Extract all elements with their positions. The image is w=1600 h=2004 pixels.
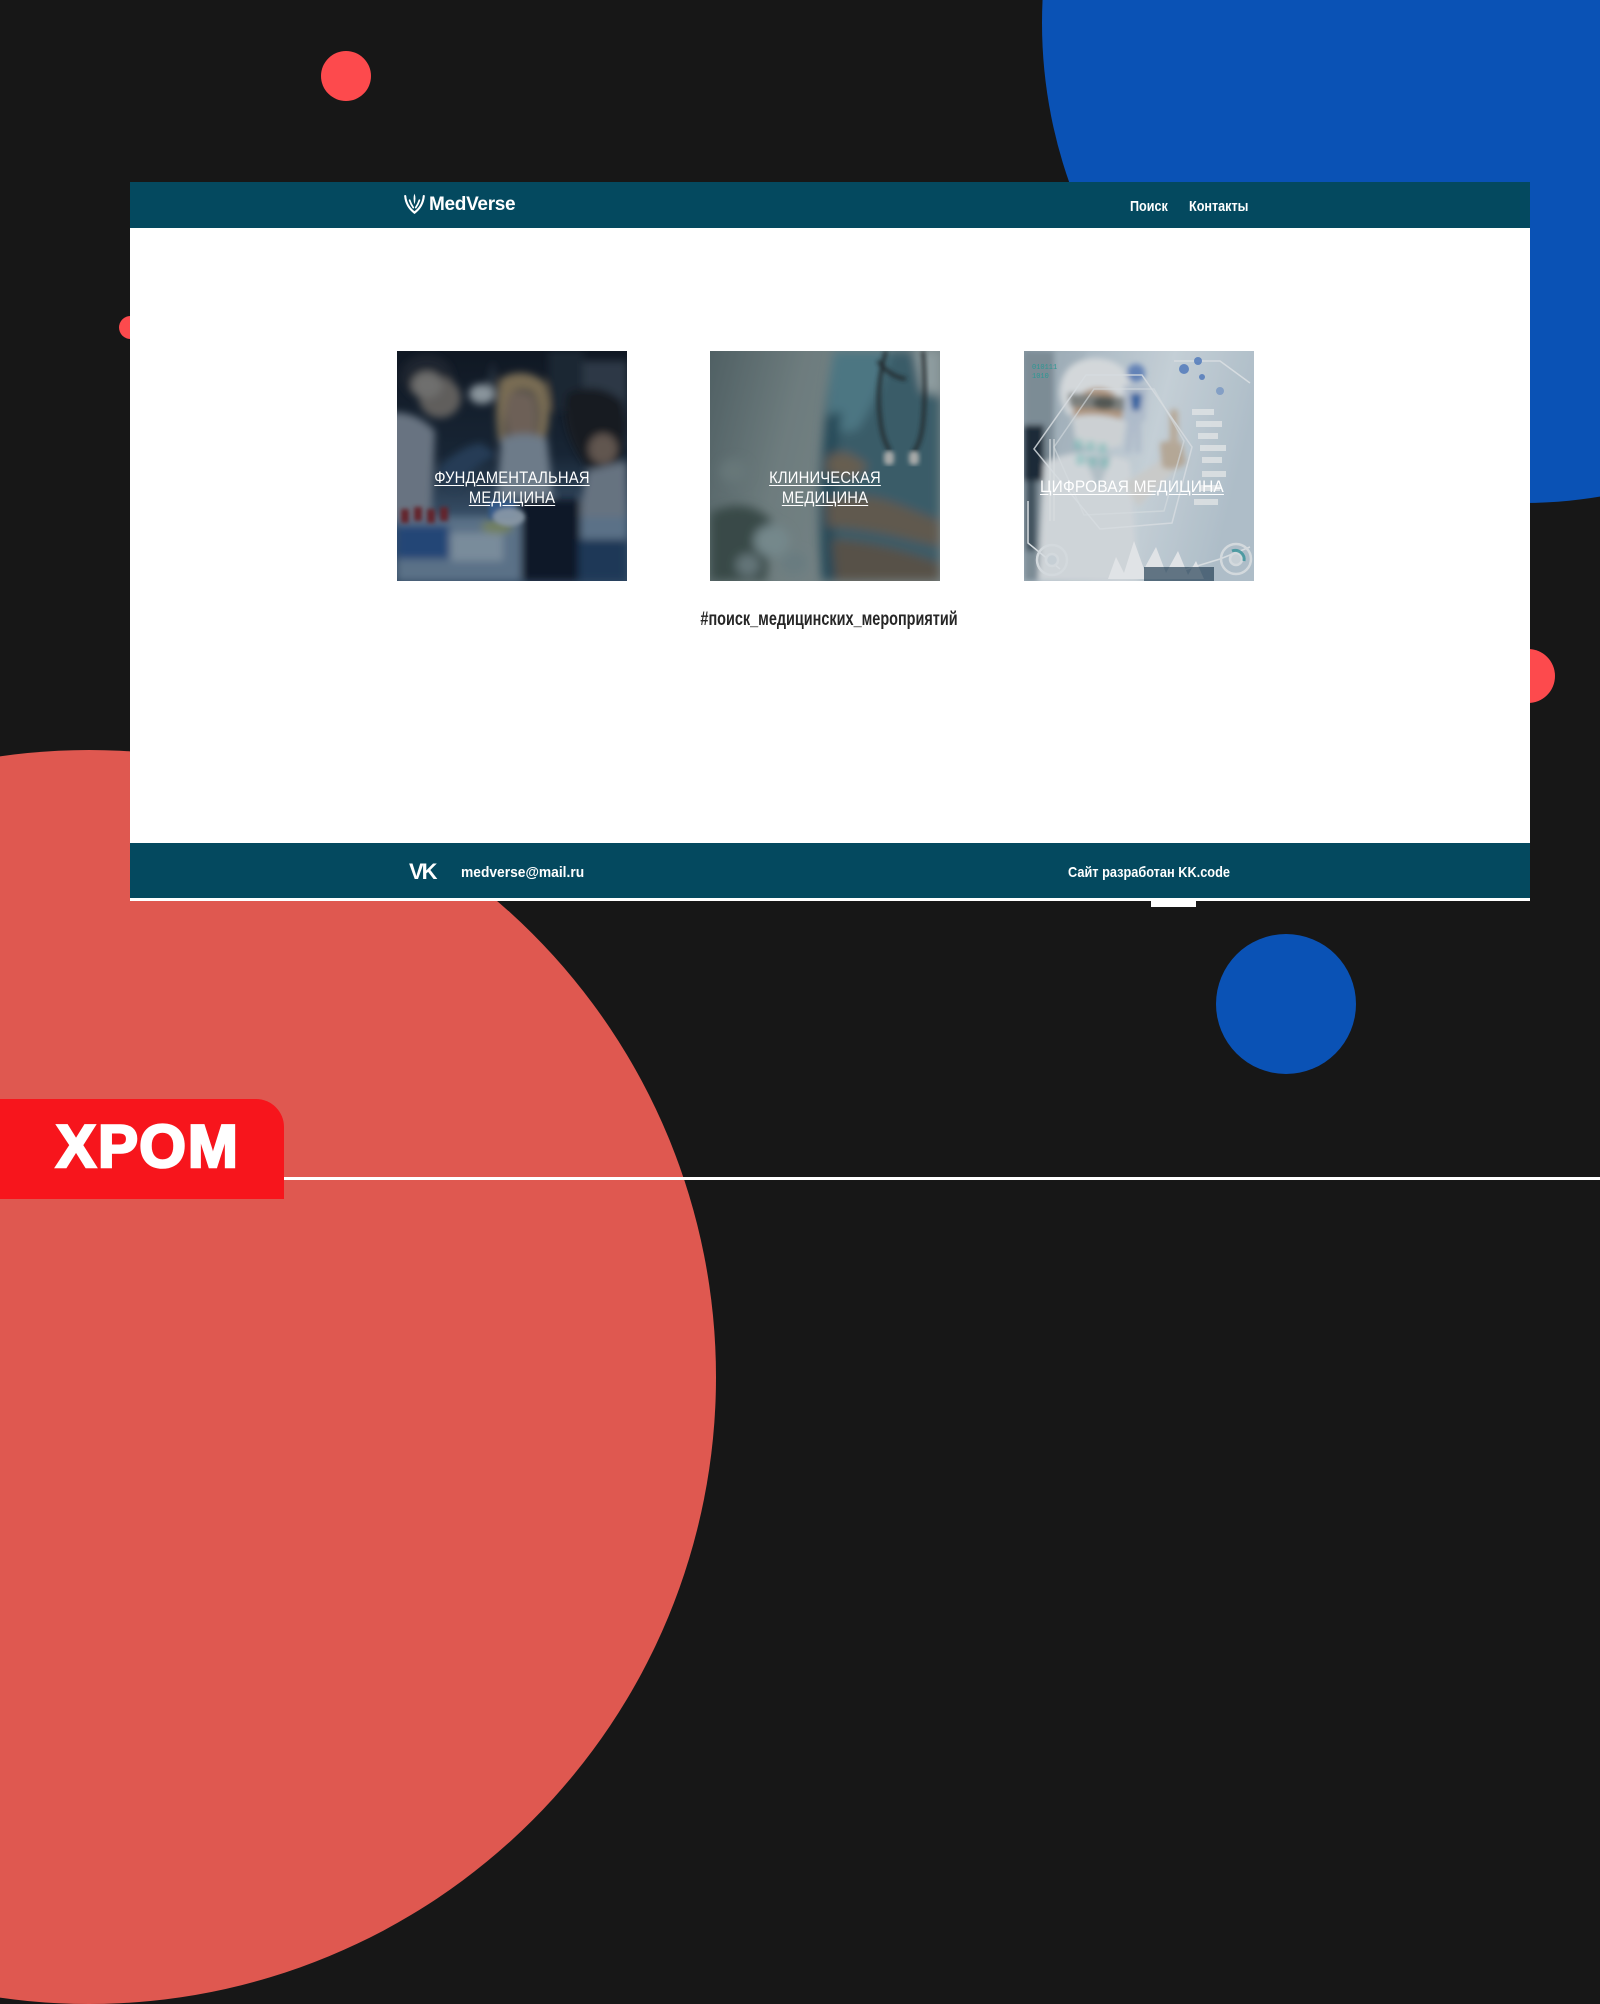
svg-text:VK: VK bbox=[409, 862, 438, 881]
